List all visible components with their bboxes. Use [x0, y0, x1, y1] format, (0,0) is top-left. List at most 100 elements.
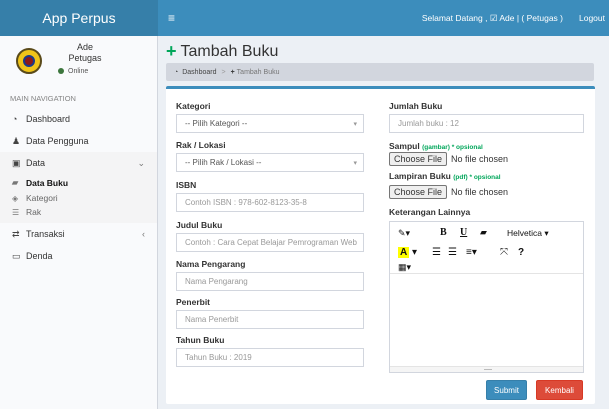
caret-down-icon: ▾	[353, 121, 357, 128]
judul-label: Judul Buku	[176, 220, 223, 230]
sidebar-item-denda[interactable]: ▭ Denda	[0, 245, 157, 267]
eraser-icon[interactable]: ▰	[480, 227, 487, 238]
back-button[interactable]: Kembali	[536, 380, 583, 400]
breadcrumb-separator-icon: >	[221, 68, 226, 76]
lampiran-file-row: Choose File No file chosen	[389, 185, 508, 199]
keterangan-label: Keterangan Lainnya	[389, 207, 471, 217]
sampul-label-text: Sampul	[389, 141, 420, 151]
align-icon[interactable]: ≡▾	[466, 247, 477, 258]
nav-heading: MAIN NAVIGATION	[0, 86, 157, 108]
app-name: App Perpus	[42, 10, 116, 26]
tahun-label: Tahun Buku	[176, 335, 225, 345]
app-logo[interactable]: App Perpus	[0, 0, 158, 36]
menu-toggle-icon[interactable]: ≡	[168, 11, 190, 25]
jumlah-input[interactable]: Jumlah buku : 12	[389, 114, 584, 133]
rak-label: Rak / Lokasi	[176, 140, 226, 150]
pengarang-label: Nama Pengarang	[176, 259, 246, 269]
submit-button[interactable]: Submit	[486, 380, 527, 400]
breadcrumb-current: Tambah Buku	[236, 68, 280, 76]
rak-select[interactable]: -- Pilih Rak / Lokasi -- ▾	[176, 153, 364, 172]
lampiran-label: Lampiran Buku (pdf) * opsional	[389, 171, 501, 181]
sampul-choose-file-button[interactable]: Choose File	[389, 152, 448, 166]
data-submenu: ▰ Data Buku ◈ Kategori ☰ Rak	[0, 174, 157, 223]
unordered-list-icon[interactable]: ☰	[432, 247, 441, 258]
kategori-label: Kategori	[176, 101, 211, 111]
help-icon[interactable]: ?	[518, 247, 524, 258]
exchange-icon: ⇄	[12, 228, 20, 239]
magic-wand-icon[interactable]: ✎▾	[398, 228, 410, 239]
breadcrumb-dashboard[interactable]: Dashboard	[182, 69, 216, 76]
user-icon: ♟	[12, 135, 21, 146]
editor-resize-handle[interactable]	[390, 366, 583, 372]
submenu-label: Data Buku	[26, 177, 69, 188]
list-icon: ☰	[12, 207, 20, 217]
user-panel: Ade Petugas Online	[0, 36, 157, 86]
dashboard-breadcrumb-icon: ◔	[174, 68, 179, 76]
sidebar-item-data-pengguna[interactable]: ♟ Data Pengguna	[0, 130, 157, 152]
sampul-file-status: No file chosen	[451, 154, 509, 164]
tahun-input[interactable]: Tahun Buku : 2019	[176, 348, 364, 367]
penerbit-label: Penerbit	[176, 297, 211, 307]
fullscreen-icon[interactable]: ⤧	[500, 247, 508, 258]
dashboard-icon: ◔	[12, 114, 18, 124]
tag-icon: ◈	[12, 193, 19, 203]
online-dot-icon	[58, 68, 64, 75]
page-title: + Tambah Buku	[166, 41, 278, 62]
sidebar-item-label: Dashboard	[26, 114, 71, 124]
sidebar-item-kategori[interactable]: ◈ Kategori	[0, 191, 157, 205]
underline-icon[interactable]: U	[460, 227, 467, 238]
chevron-down-icon: ⌄	[137, 157, 145, 168]
ordered-list-icon[interactable]: ☰	[448, 247, 457, 258]
editor-toolbar: ✎▾ B U ▰ Helvetica ▾ A ▾ ☰ ☰ ≡▾ ⤧ ? ▦▾	[390, 222, 583, 274]
submenu-label: Kategori	[26, 193, 58, 203]
user-name: Ade	[76, 42, 93, 52]
judul-input[interactable]: Contoh : Cara Cepat Belajar Pemrograman …	[176, 233, 364, 252]
text-color-icon[interactable]: A ▾	[398, 247, 417, 258]
page-title-text: Tambah Buku	[180, 42, 279, 60]
sampul-hint: (gambar) * opsional	[422, 144, 483, 151]
sampul-label: Sampul (gambar) * opsional	[389, 141, 483, 151]
rak-value: -- Pilih Rak / Lokasi --	[185, 158, 262, 167]
isbn-input[interactable]: Contoh ISBN : 978-602-8123-35-8	[176, 193, 364, 212]
lampiran-choose-file-button[interactable]: Choose File	[389, 185, 448, 199]
user-role: Petugas	[68, 53, 102, 63]
plus-icon: +	[230, 68, 235, 76]
chevron-left-icon: ‹	[142, 229, 145, 239]
user-status: Online	[58, 68, 88, 75]
lampiran-hint: (pdf) * opsional	[453, 174, 501, 181]
form-box: Kategori -- Pilih Kategori -- ▾ Rak / Lo…	[166, 86, 595, 404]
user-name-block: Ade Petugas	[55, 42, 115, 64]
sidebar-item-data-buku[interactable]: ▰ Data Buku	[0, 174, 157, 191]
sidebar-item-data[interactable]: ▣ Data ⌄	[0, 152, 157, 174]
rich-text-editor[interactable]: ✎▾ B U ▰ Helvetica ▾ A ▾ ☰ ☰ ≡▾ ⤧ ? ▦▾	[389, 221, 584, 373]
table-icon[interactable]: ▦▾	[398, 262, 411, 273]
jumlah-label: Jumlah Buku	[389, 101, 443, 111]
money-icon: ▭	[12, 250, 21, 261]
lampiran-label-text: Lampiran Buku	[389, 171, 451, 181]
bold-icon[interactable]: B	[440, 227, 447, 238]
pengarang-input[interactable]: Nama Pengarang	[176, 272, 364, 291]
caret-down-icon: ▾	[353, 160, 357, 167]
content-header: + Tambah Buku ◔ Dashboard > + Tambah Buk…	[158, 36, 609, 86]
sidebar-item-label: Denda	[26, 251, 53, 261]
sidebar-item-dashboard[interactable]: ◔ Dashboard	[0, 108, 157, 130]
status-text: Online	[68, 68, 89, 75]
sidebar-item-label: Data Pengguna	[26, 136, 89, 146]
sidebar-item-label: Data	[26, 158, 46, 168]
folder-icon: ▣	[12, 157, 21, 168]
sidebar-item-transaksi[interactable]: ⇄ Transaksi ‹	[0, 223, 157, 245]
breadcrumb: ◔ Dashboard > + Tambah Buku	[166, 63, 594, 81]
sidebar-item-rak[interactable]: ☰ Rak	[0, 205, 157, 219]
kategori-value: -- Pilih Kategori --	[185, 119, 248, 128]
book-icon: ▰	[12, 178, 19, 187]
kategori-select[interactable]: -- Pilih Kategori -- ▾	[176, 114, 364, 133]
welcome-text: Selamat Datang , ☑ Ade | ( Petugas )	[421, 12, 563, 23]
sidebar-item-label: Transaksi	[26, 229, 65, 239]
logout-link[interactable]: Logout	[579, 13, 605, 23]
sidebar: Ade Petugas Online MAIN NAVIGATION ◔ Das…	[0, 36, 158, 409]
penerbit-input[interactable]: Nama Penerbit	[176, 310, 364, 329]
font-family-dropdown[interactable]: Helvetica ▾	[507, 228, 549, 239]
avatar	[16, 48, 42, 74]
isbn-label: ISBN	[176, 180, 197, 190]
submenu-label: Rak	[26, 207, 42, 217]
